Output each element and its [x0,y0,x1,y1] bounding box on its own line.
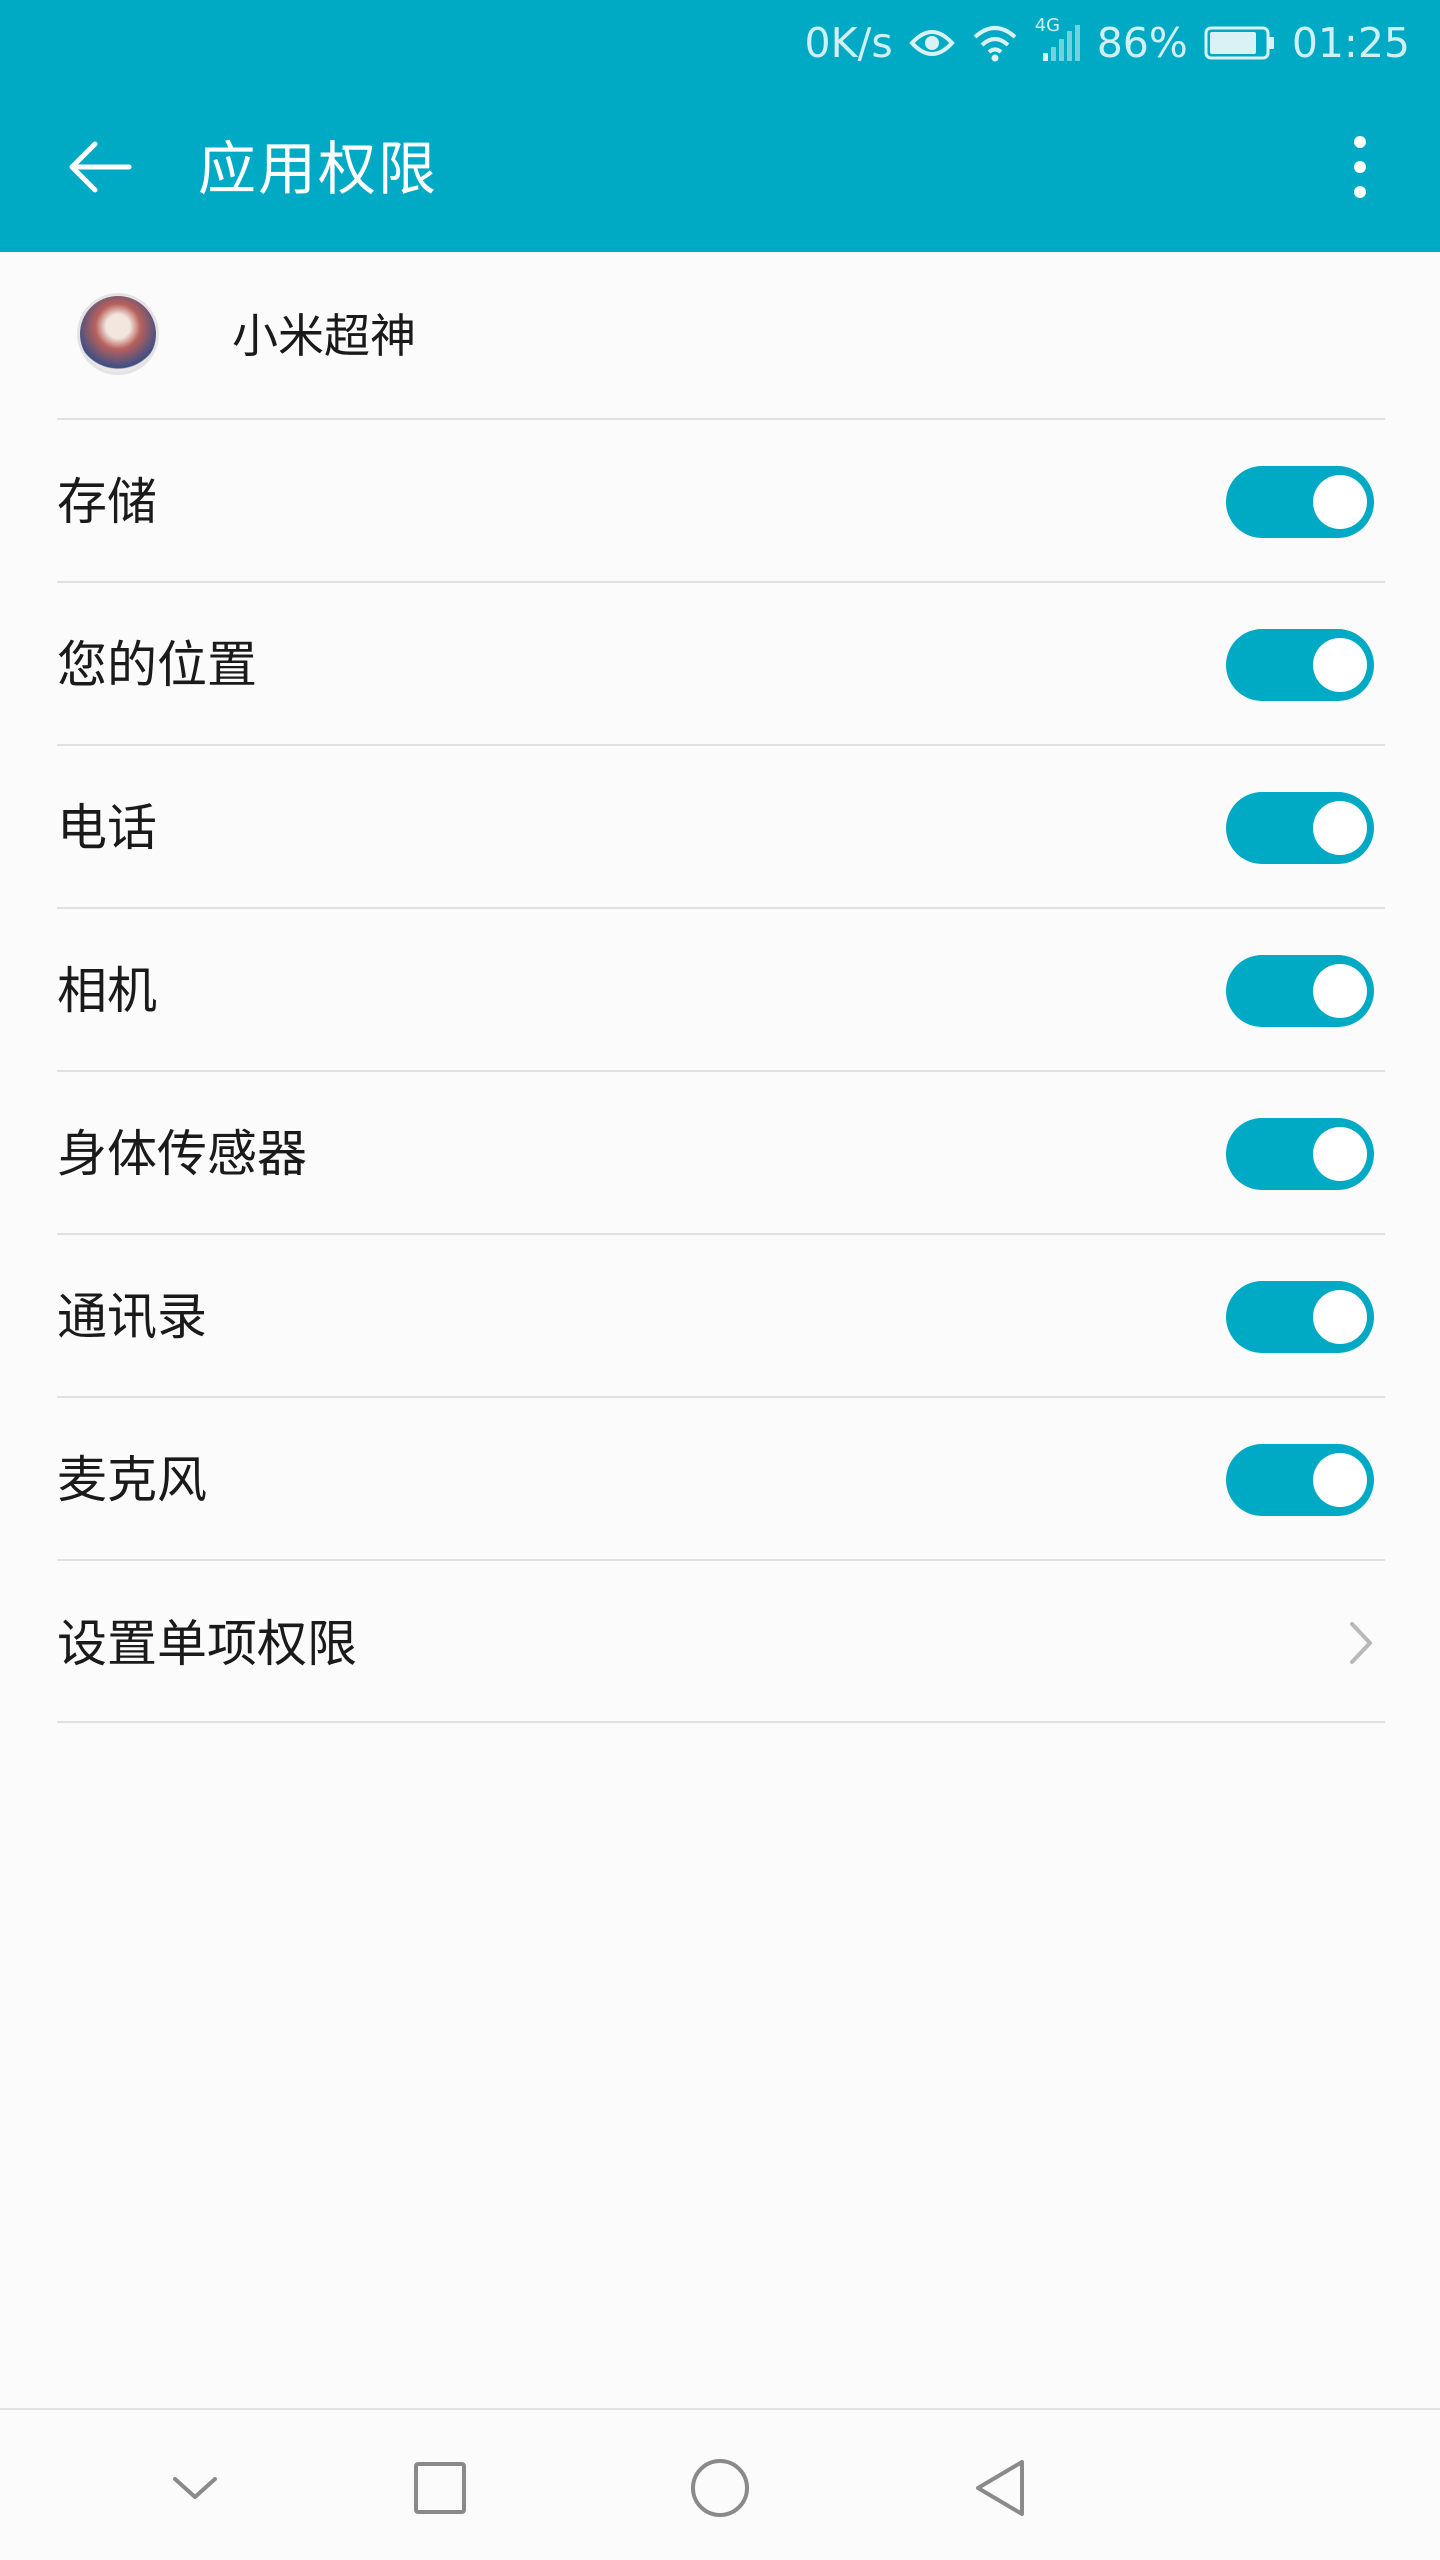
permission-label: 通讯录 [57,1287,207,1346]
permission-toggle[interactable] [1226,1118,1374,1190]
permission-toggle[interactable] [1226,1444,1374,1516]
status-bar: 0K/s 4G 86% 01:25 [0,0,1440,86]
toggle-knob [1313,475,1367,529]
permission-toggle[interactable] [1226,629,1374,701]
chevron-right-icon [1340,1618,1380,1668]
clock: 01:25 [1291,19,1410,67]
back-button[interactable] [50,119,150,219]
permission-row[interactable]: 麦克风 [0,1398,1440,1561]
net-speed: 0K/s [804,19,893,67]
permission-toggle[interactable] [1226,1281,1374,1353]
toggle-knob [1313,964,1367,1018]
nav-home-button[interactable] [670,2440,770,2540]
network-type: 4G [1034,15,1061,36]
divider [57,1721,1385,1723]
triangle-back-icon [972,2457,1028,2523]
square-icon [412,2460,468,2520]
permission-label: 存储 [57,472,157,531]
wifi-icon [971,23,1019,63]
permission-toggle[interactable] [1226,466,1374,538]
page-title: 应用权限 [198,135,439,203]
permission-row[interactable]: 电话 [0,746,1440,909]
battery-icon [1204,25,1276,61]
toggle-knob [1313,1453,1367,1507]
more-vertical-icon [1350,132,1370,206]
permission-toggle[interactable] [1226,955,1374,1027]
toggle-knob [1313,638,1367,692]
permission-row[interactable]: 通讯录 [0,1235,1440,1398]
permission-label: 麦克风 [57,1450,207,1509]
permission-row[interactable]: 相机 [0,909,1440,1072]
battery-percent: 86% [1096,19,1188,67]
app-permissions-screen: 0K/s 4G 86% 01:25 应用权限 小米超神 存储 您的位置 电话 相… [0,0,1440,2560]
circle-icon [689,2457,751,2523]
signal-4g-icon: 4G [1035,15,1081,63]
navigation-bar [0,2408,1440,2560]
divider [57,1559,1385,1561]
permission-label: 您的位置 [57,635,257,694]
more-options-button[interactable] [1320,119,1400,219]
permission-row[interactable]: 身体传感器 [0,1072,1440,1235]
permission-toggle[interactable] [1226,792,1374,864]
nav-back-button[interactable] [950,2440,1050,2540]
arrow-left-icon [65,132,135,206]
app-avatar [80,296,156,372]
app-name: 小米超神 [232,309,416,363]
nav-recents-button[interactable] [390,2440,490,2540]
eye-icon [908,25,955,61]
permission-label: 身体传感器 [57,1124,307,1183]
permission-row[interactable]: 您的位置 [0,583,1440,746]
permission-label: 电话 [57,798,157,857]
chevron-down-icon [170,2473,220,2507]
toggle-knob [1313,801,1367,855]
individual-permissions-row[interactable]: 设置单项权限 [0,1562,1440,1725]
app-info-row: 小米超神 [0,252,1440,418]
nav-hide-button[interactable] [145,2440,245,2540]
permission-row[interactable]: 存储 [0,420,1440,583]
toggle-knob [1313,1127,1367,1181]
permission-label: 相机 [57,961,157,1020]
toggle-knob [1313,1290,1367,1344]
app-bar: 应用权限 [0,86,1440,252]
individual-permissions-label: 设置单项权限 [57,1614,357,1673]
